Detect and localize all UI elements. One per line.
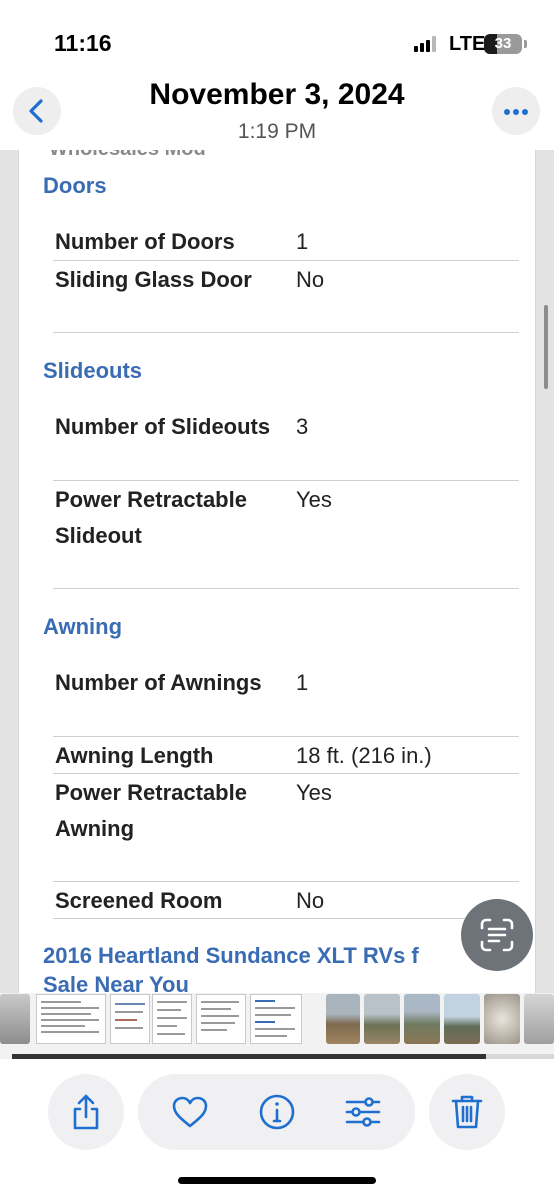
spec-label: Number of Awnings <box>55 670 262 695</box>
row-divider <box>53 332 519 333</box>
network-type: LTE <box>449 33 486 55</box>
spec-label: Power Retractable Awning <box>55 780 247 841</box>
spec-value: No <box>296 267 325 292</box>
more-button[interactable] <box>492 87 540 135</box>
spec-value: No <box>296 888 325 913</box>
thumbnail-strip[interactable] <box>0 993 554 1059</box>
spec-value: 18 ft. (216 in.) <box>296 743 432 768</box>
thumbnail[interactable] <box>444 994 480 1044</box>
photo-date-title: November 3, 2024 <box>149 78 405 111</box>
spec-label: Screened Room <box>55 888 223 913</box>
thumbnail-selected[interactable] <box>250 994 302 1044</box>
thumbnail[interactable] <box>326 994 360 1044</box>
trash-icon <box>451 1095 483 1129</box>
spec-label: Sliding Glass Door <box>55 267 252 292</box>
live-text-button[interactable] <box>461 899 533 971</box>
delete-button[interactable] <box>429 1074 505 1150</box>
row-divider <box>53 881 519 882</box>
spec-value: 1 <box>296 670 309 695</box>
battery-tip <box>524 40 527 48</box>
share-button[interactable] <box>48 1074 124 1150</box>
thumbnail[interactable] <box>484 994 520 1044</box>
row-divider <box>53 588 519 589</box>
cellular-signal-icon <box>414 36 438 52</box>
action-group <box>138 1074 415 1150</box>
share-icon <box>73 1094 99 1130</box>
document-photo: Wholesales Mod Doors Number of Doors 1 S… <box>18 150 536 993</box>
thumbnail[interactable] <box>110 994 150 1044</box>
spec-label: Awning Length <box>55 743 214 768</box>
status-bar: 11:16 LTE 33 <box>0 0 554 70</box>
spec-label: Power Retractable Slideout <box>55 487 247 548</box>
info-icon[interactable] <box>255 1090 299 1134</box>
battery-level: 33 <box>494 35 512 52</box>
spec-value: 1 <box>296 229 309 254</box>
row-divider <box>53 480 519 481</box>
row-divider <box>53 918 519 919</box>
thumbnail[interactable] <box>404 994 440 1044</box>
ellipsis-icon <box>504 109 528 115</box>
section-heading-slideouts: Slideouts <box>43 358 143 383</box>
listing-heading: 2016 Heartland Sundance XLT RVs f <box>43 943 419 968</box>
listing-heading: Sale Near You <box>43 972 189 993</box>
spec-value: Yes <box>296 780 332 805</box>
battery-icon: 33 <box>484 34 522 54</box>
thumbnail[interactable] <box>364 994 400 1044</box>
row-divider <box>53 260 519 261</box>
thumbnail[interactable] <box>152 994 192 1044</box>
section-heading-awning: Awning <box>43 614 123 639</box>
cut-off-text: Wholesales Mod <box>49 150 206 161</box>
thumbnail[interactable] <box>196 994 246 1044</box>
status-time: 11:16 <box>54 30 112 56</box>
sliders-icon[interactable] <box>341 1090 385 1134</box>
spec-value: Yes <box>296 487 332 512</box>
live-text-scan-icon <box>480 918 514 952</box>
row-divider <box>53 736 519 737</box>
bottom-toolbar <box>0 1059 554 1200</box>
heart-icon[interactable] <box>168 1090 212 1134</box>
home-indicator <box>178 1177 376 1184</box>
spec-value: 3 <box>296 414 309 439</box>
spec-label: Number of Slideouts <box>55 414 271 439</box>
photo-time-subtitle: 1:19 PM <box>237 120 317 143</box>
thumbnail[interactable] <box>36 994 106 1044</box>
spec-label: Number of Doors <box>55 229 235 254</box>
thumbnail[interactable] <box>524 994 554 1044</box>
section-heading-doors: Doors <box>43 173 107 198</box>
photo-viewer[interactable]: Wholesales Mod Doors Number of Doors 1 S… <box>0 150 554 993</box>
scroll-indicator[interactable] <box>544 305 548 389</box>
thumbnail[interactable] <box>0 994 30 1044</box>
row-divider <box>53 773 519 774</box>
